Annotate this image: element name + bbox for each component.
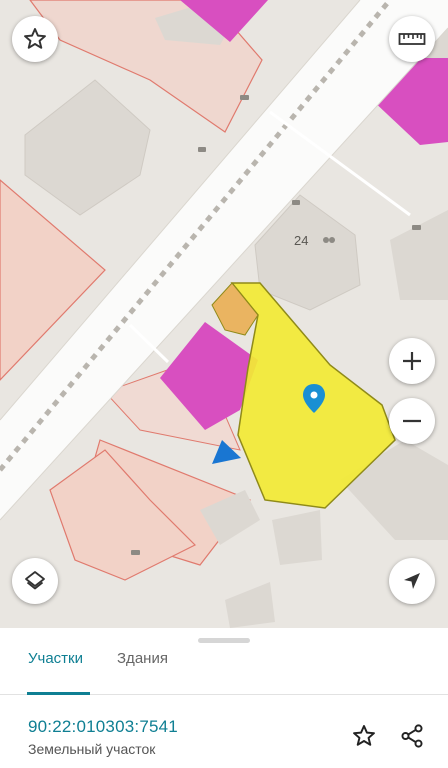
share-button[interactable] [397, 721, 427, 751]
parcel-type-label: Земельный участок [28, 741, 156, 757]
layers-icon [25, 571, 45, 590]
layers-button[interactable] [12, 558, 58, 604]
parcel-cadastral-number[interactable]: 90:22:010303:7541 [28, 717, 178, 737]
share-icon [401, 724, 423, 748]
navigation-arrow-icon [404, 573, 420, 589]
tab-buildings[interactable]: Здания [117, 648, 168, 694]
plus-icon [403, 352, 421, 370]
tab-parcels[interactable]: Участки [28, 648, 83, 694]
zoom-in-button[interactable] [389, 338, 435, 384]
sheet-drag-handle[interactable] [198, 638, 250, 643]
ruler-button[interactable] [389, 16, 435, 62]
minus-icon [403, 419, 421, 423]
star-outline-icon [24, 28, 46, 49]
favorite-button[interactable] [12, 16, 58, 62]
zoom-out-button[interactable] [389, 398, 435, 444]
map-view[interactable]: 24 [0, 0, 448, 628]
map-canvas[interactable] [0, 0, 448, 628]
ruler-icon [398, 33, 426, 45]
locate-button[interactable] [389, 558, 435, 604]
bottom-sheet[interactable]: Участки Здания 90:22:010303:7541 Земельн… [0, 628, 448, 768]
tab-bar: Участки Здания [0, 648, 448, 695]
parcel-favorite-button[interactable] [349, 721, 379, 751]
building-number: 24 [294, 233, 309, 248]
active-tab-indicator [27, 692, 90, 695]
star-outline-icon [353, 725, 375, 746]
